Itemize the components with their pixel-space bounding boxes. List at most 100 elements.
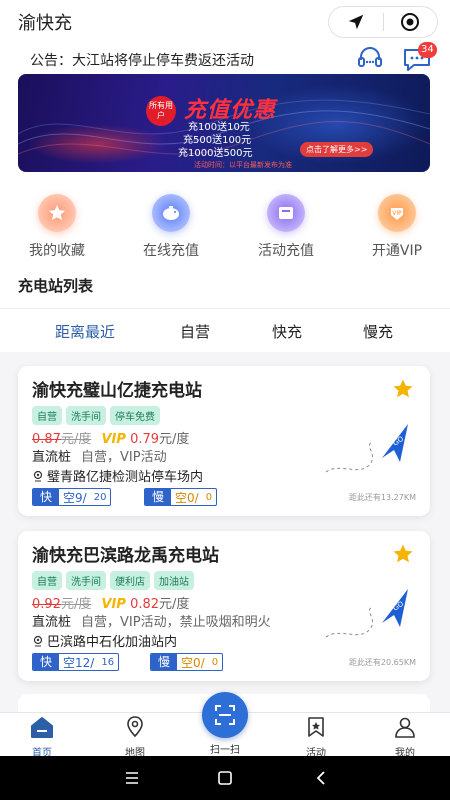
location-button[interactable] bbox=[329, 7, 383, 37]
activity-icon bbox=[308, 717, 324, 737]
fast-free: 空12/ bbox=[63, 655, 95, 670]
eye-button[interactable] bbox=[383, 7, 437, 37]
banner-line-3: 充1000送500元 bbox=[178, 148, 253, 159]
station-tag: 洗手间 bbox=[66, 406, 106, 425]
quick-vip[interactable]: VIP 开通VIP bbox=[352, 194, 442, 260]
capsule-menu bbox=[328, 6, 438, 38]
original-price: 0.87 bbox=[32, 432, 61, 447]
price-line: 0.87元/度 VIP 0.79元/度 bbox=[32, 428, 189, 447]
banner-user-tag: 所有用户 bbox=[146, 96, 176, 126]
quick-actions: 我的收藏 在线充值 活动充值 VIP 开通VIP bbox=[0, 184, 450, 264]
home-square-icon[interactable] bbox=[217, 770, 233, 786]
banner-more-button[interactable]: 点击了解更多>> bbox=[300, 142, 374, 157]
go-navigation-icon[interactable]: GO bbox=[320, 422, 416, 482]
fast-total: 16 bbox=[101, 656, 115, 668]
slow-charger-availability: 慢 空0/0 bbox=[144, 488, 218, 506]
scan-button[interactable] bbox=[202, 692, 248, 738]
station-tags: 自营 洗手间 便利店 加油站 bbox=[32, 571, 194, 590]
station-card[interactable]: 渝快充巴滨路龙禹充电站 自营 洗手间 便利店 加油站 0.92元/度 VIP 0… bbox=[18, 531, 430, 681]
favorite-star-icon[interactable] bbox=[392, 378, 414, 400]
svg-text:VIP: VIP bbox=[392, 210, 402, 217]
quick-label: 活动充值 bbox=[258, 243, 314, 259]
station-tag: 加油站 bbox=[154, 571, 194, 590]
tabbar-map[interactable]: 地图 bbox=[105, 715, 165, 759]
distance-text: 距此还有20.65KM bbox=[348, 658, 416, 667]
customer-service-icon[interactable] bbox=[356, 46, 384, 70]
eye-target-icon bbox=[401, 13, 420, 31]
fast-label: 快 bbox=[33, 489, 60, 505]
quick-label: 在线充值 bbox=[143, 243, 199, 259]
station-features: 直流桩 自营，VIP活动 bbox=[32, 446, 167, 465]
section-title: 充电站列表 bbox=[18, 277, 94, 295]
station-tags: 自营 洗手间 停车免费 bbox=[32, 406, 160, 425]
original-price-unit: 元/度 bbox=[60, 597, 92, 612]
address-text: 璧青路亿捷检测站停车场内 bbox=[47, 470, 204, 485]
scan-icon bbox=[215, 705, 235, 725]
navigation-arrow-icon bbox=[348, 14, 363, 30]
quick-online-recharge[interactable]: 在线充值 bbox=[126, 194, 216, 260]
banner-footnote: 活动时间：以平台最新发布为准 bbox=[194, 161, 292, 169]
back-icon[interactable] bbox=[313, 770, 329, 786]
quick-favorites[interactable]: 我的收藏 bbox=[12, 194, 102, 260]
slow-free: 空0/ bbox=[181, 655, 205, 670]
tab-nearest[interactable]: 距离最近 bbox=[55, 321, 115, 342]
fast-charger-availability: 快 空12/16 bbox=[32, 653, 120, 671]
slow-label: 慢 bbox=[145, 489, 172, 505]
piggy-bank-icon bbox=[152, 194, 190, 232]
system-navigation-bar bbox=[0, 756, 450, 800]
notice-text[interactable]: 公告：大江站将停止停车费返还活动 bbox=[30, 50, 254, 70]
gift-card-icon bbox=[267, 194, 305, 232]
station-tag: 自营 bbox=[32, 406, 62, 425]
quick-label: 我的收藏 bbox=[29, 243, 85, 259]
banner-section: 所有用户 充值优惠 充100送10元 充500送100元 充1000送500元 … bbox=[0, 74, 450, 184]
original-price: 0.92 bbox=[32, 597, 61, 612]
vip-price-unit: 元/度 bbox=[159, 432, 190, 447]
star-icon bbox=[38, 194, 76, 232]
home-icon bbox=[31, 717, 53, 738]
app-title: 渝快充 bbox=[18, 13, 72, 34]
charger-type: 直流桩 bbox=[32, 615, 72, 630]
station-card[interactable]: 渝快充璧山亿捷充电站 自营 洗手间 停车免费 0.87元/度 VIP 0.79元… bbox=[18, 366, 430, 516]
tabbar-activity[interactable]: 活动 bbox=[286, 715, 346, 759]
slow-charger-availability: 慢 空0/0 bbox=[150, 653, 224, 671]
top-bar: 渝快充 bbox=[0, 0, 450, 44]
go-navigation-icon[interactable]: GO bbox=[320, 587, 416, 647]
station-address: 璧青路亿捷检测站停车场内 bbox=[32, 466, 203, 485]
scan-label[interactable]: 扫一扫 bbox=[195, 741, 255, 756]
fast-free: 空9/ bbox=[63, 490, 87, 505]
message-badge: 34 bbox=[418, 42, 437, 58]
vip-price-icon: VIP bbox=[101, 432, 126, 447]
menu-icon[interactable] bbox=[124, 770, 140, 786]
station-name: 渝快充巴滨路龙禹充电站 bbox=[32, 546, 219, 566]
vip-price-icon: VIP bbox=[101, 597, 126, 612]
vip-price: 0.79 bbox=[130, 432, 160, 447]
tabbar-mine[interactable]: 我的 bbox=[375, 715, 435, 759]
user-icon bbox=[395, 717, 415, 738]
distance-text: 距此还有13.27KM bbox=[348, 493, 416, 502]
location-pin-icon bbox=[33, 635, 43, 646]
station-address: 巴滨路中石化加油站内 bbox=[32, 631, 177, 650]
favorite-star-icon[interactable] bbox=[392, 543, 414, 565]
quick-activity-recharge[interactable]: 活动充值 bbox=[241, 194, 331, 260]
station-tag: 停车免费 bbox=[110, 406, 160, 425]
station-name: 渝快充璧山亿捷充电站 bbox=[32, 381, 202, 401]
tab-fast-charge[interactable]: 快充 bbox=[272, 321, 302, 342]
slow-label: 慢 bbox=[151, 654, 178, 670]
feature-text: 自营，VIP活动，禁止吸烟和明火 bbox=[81, 615, 271, 630]
slow-free: 空0/ bbox=[175, 490, 199, 505]
feature-text: 自营，VIP活动 bbox=[81, 450, 167, 465]
price-line: 0.92元/度 VIP 0.82元/度 bbox=[32, 593, 189, 612]
vip-price-unit: 元/度 bbox=[159, 597, 190, 612]
promo-banner[interactable]: 所有用户 充值优惠 充100送10元 充500送100元 充1000送500元 … bbox=[18, 74, 430, 172]
tab-slow-charge[interactable]: 慢充 bbox=[363, 321, 393, 342]
slow-total: 0 bbox=[211, 656, 219, 668]
original-price-unit: 元/度 bbox=[60, 432, 92, 447]
station-tag: 洗手间 bbox=[66, 571, 106, 590]
quick-label: 开通VIP bbox=[371, 243, 423, 259]
address-text: 巴滨路中石化加油站内 bbox=[47, 635, 178, 650]
tab-self-operated[interactable]: 自营 bbox=[180, 321, 210, 342]
vip-price: 0.82 bbox=[130, 597, 160, 612]
vip-icon: VIP bbox=[378, 194, 416, 232]
tabbar-home[interactable]: 首页 bbox=[12, 715, 72, 759]
station-tag: 自营 bbox=[32, 571, 62, 590]
